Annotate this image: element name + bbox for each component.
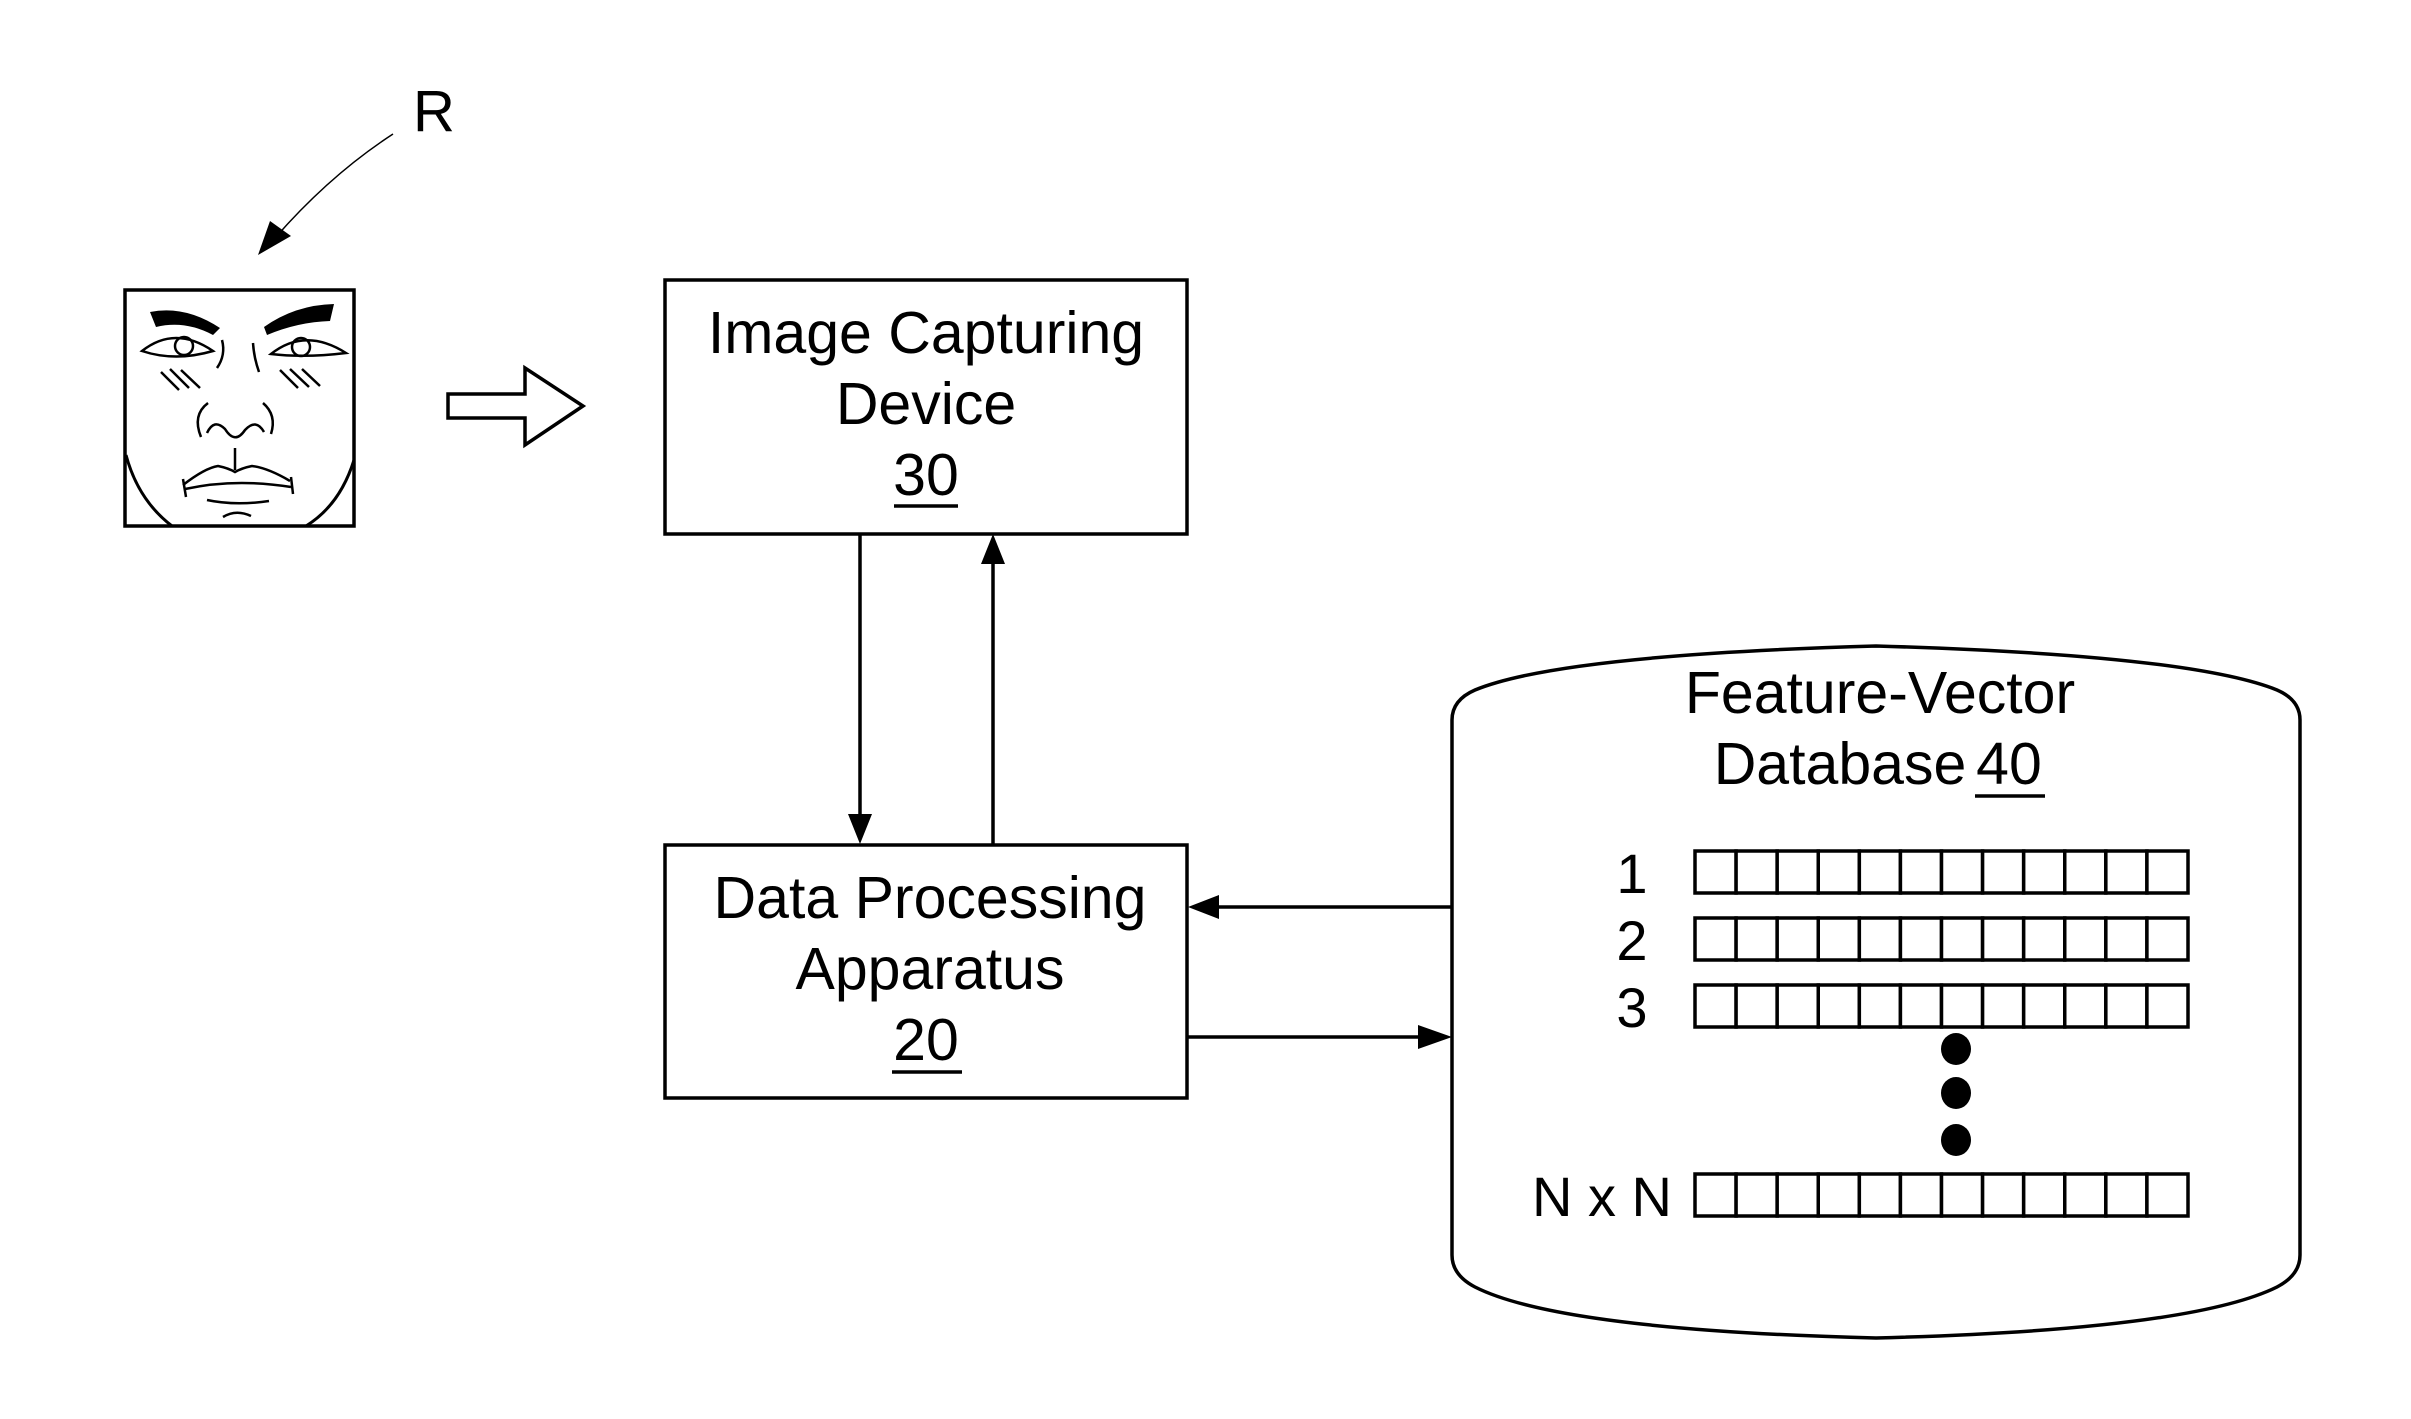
vector-cell: [1980, 1172, 2026, 1218]
vector-cell: [1898, 1172, 1944, 1218]
vector-cell: [1857, 1172, 1903, 1218]
block-diagram: R Image Capturing Device 30 Data Process…: [123, 79, 2302, 1340]
vector-cell: [1939, 916, 1985, 962]
vector-cell: [2145, 1172, 2190, 1218]
vector-cell: [2021, 916, 2067, 962]
vector-cell: [2063, 1172, 2108, 1218]
vector-cell: [2104, 916, 2149, 962]
ellipsis-dot: [1941, 1124, 1971, 1156]
ellipsis-dot: [1941, 1033, 1971, 1065]
vector-cell: [2021, 849, 2067, 895]
row-label: 3: [1616, 976, 1647, 1039]
arrowhead-down-icon: [848, 814, 872, 844]
vector-cell: [2104, 1172, 2149, 1218]
vector-cell: [1693, 916, 1738, 962]
data-processing-apparatus-title-line1: Data Processing: [714, 865, 1147, 931]
vector-cell: [1734, 916, 1779, 962]
row-label: 2: [1616, 909, 1647, 972]
vector-cell: [2145, 849, 2190, 895]
vector-cell: [1734, 849, 1779, 895]
vector-cell: [2063, 983, 2108, 1029]
feature-vector-database[interactable]: Feature-Vector Database 40 123 N x N: [1450, 644, 2302, 1340]
vector-cell: [1980, 983, 2026, 1029]
vector-cell: [1898, 849, 1944, 895]
vector-cell: [1816, 983, 1862, 1029]
vector-cell: [2104, 849, 2149, 895]
vector-cell: [2145, 916, 2190, 962]
row-label: 1: [1616, 842, 1647, 905]
vector-cell: [1734, 983, 1779, 1029]
hollow-right-arrow-icon: [446, 364, 587, 449]
image-capturing-device-title-line1: Image Capturing: [708, 300, 1144, 366]
vector-cell: [1939, 983, 1985, 1029]
vector-cell: [2063, 916, 2108, 962]
vector-cell: [1857, 983, 1903, 1029]
vector-cell: [1775, 916, 1820, 962]
vector-cell: [1898, 983, 1944, 1029]
vector-cell: [1816, 916, 1862, 962]
face-sketch-icon: [123, 288, 356, 528]
vector-cell: [1980, 916, 2026, 962]
arrowhead-up-icon: [981, 534, 1005, 564]
vector-cell: [1816, 1172, 1862, 1218]
arrowhead-right-icon: [1418, 1025, 1452, 1049]
connector-capture-to-processing: [848, 534, 872, 844]
vector-cell: [2145, 983, 2190, 1029]
row-label: N x N: [1532, 1165, 1672, 1228]
image-capturing-device-block[interactable]: Image Capturing Device 30: [663, 278, 1189, 536]
ellipsis-dots: [1941, 1033, 1971, 1156]
vector-cell: [1898, 916, 1944, 962]
connector-database-to-processing: [1188, 895, 1452, 919]
database-title-line2: Database: [1714, 731, 1967, 797]
vector-cell: [1939, 1172, 1985, 1218]
vector-cell: [1693, 849, 1738, 895]
vector-cell: [2021, 1172, 2067, 1218]
vector-cell: [1775, 983, 1820, 1029]
data-processing-apparatus-block[interactable]: Data Processing Apparatus 20: [663, 843, 1189, 1100]
vector-cell: [1816, 849, 1862, 895]
vector-cell: [1857, 916, 1903, 962]
vector-cell: [1693, 983, 1738, 1029]
data-processing-apparatus-ref: 20: [893, 1007, 959, 1073]
vector-cell: [2063, 849, 2108, 895]
ellipsis-dot: [1941, 1077, 1971, 1109]
subject-pointer-line: [274, 133, 394, 239]
arrowhead-left-icon: [1188, 895, 1219, 919]
connector-processing-to-capture: [981, 534, 1005, 844]
connector-processing-to-database: [1187, 1025, 1452, 1049]
vector-cell: [1980, 849, 2026, 895]
vector-cell: [1693, 1172, 1738, 1218]
database-ref: 40: [1976, 731, 2042, 797]
vector-cell: [1734, 1172, 1779, 1218]
vector-cell: [1857, 849, 1903, 895]
vector-cell: [2021, 983, 2067, 1029]
image-capturing-device-ref: 30: [893, 442, 959, 508]
database-title-line1: Feature-Vector: [1685, 660, 2075, 726]
subject-reference: R: [258, 79, 455, 255]
image-capturing-device-title-line2: Device: [836, 371, 1016, 437]
vector-cell: [2104, 983, 2149, 1029]
vector-cell: [1775, 1172, 1820, 1218]
data-processing-apparatus-title-line2: Apparatus: [796, 936, 1065, 1002]
vector-cell: [1775, 849, 1820, 895]
vector-cell: [1939, 849, 1985, 895]
subject-label-r: R: [413, 79, 455, 144]
